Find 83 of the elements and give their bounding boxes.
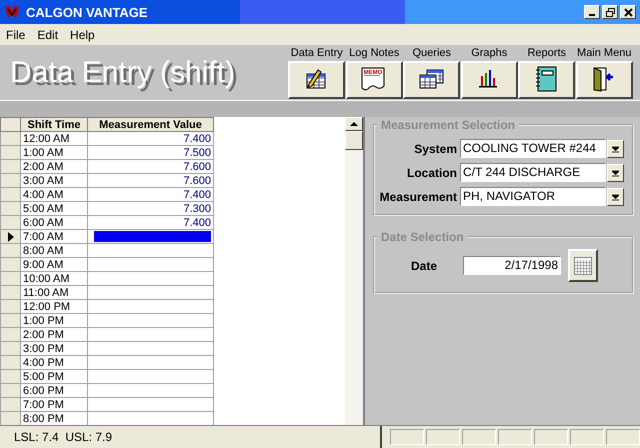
scrollbar[interactable] [345,117,363,425]
time-cell: 12:00 PM [20,300,88,314]
combo-field[interactable]: COOLING TOWER #244 [460,139,606,158]
time-cell: 5:00 PM [20,370,88,384]
dropdown-arrow-icon [612,192,619,200]
toolbar-caption: Queries [412,46,452,60]
scroll-up-button[interactable] [345,117,363,131]
minimize-icon [589,14,595,16]
close-button[interactable] [620,5,636,19]
time-cell: 4:00 AM [20,188,88,202]
field-label: System [413,142,457,156]
toolbar-caption: Log Notes [349,46,400,60]
time-cell: 4:00 PM [20,356,88,370]
combo-field[interactable]: C/T 244 DISCHARGE [460,163,606,182]
time-cell: 8:00 AM [20,244,88,258]
date-field[interactable]: 2/17/1998 [463,256,561,275]
status-pane [426,429,460,445]
toolbar-button[interactable] [460,60,518,98]
time-cell: 3:00 PM [20,342,88,356]
time-cell: 6:00 AM [20,216,88,230]
app-logo-icon [4,5,20,19]
field-label: Location [406,166,457,180]
time-cell: 10:00 AM [20,272,88,286]
time-cell: 5:00 AM [20,202,88,216]
status-pane [390,429,424,445]
value-cell: 7.600 [88,160,214,174]
limits-text: LSL: 7.4 USL: 7.9 [13,430,114,444]
menu-item[interactable]: Edit [31,28,64,42]
dropdown-arrow-icon [612,168,619,176]
scroll-thumb[interactable] [345,131,363,150]
value-cell: 7.500 [88,146,214,160]
time-cell: 2:00 PM [20,328,88,342]
edit-cell[interactable] [94,231,211,242]
value-cell: 7.400 [88,132,214,146]
close-icon [624,8,632,16]
toolbar-button[interactable] [403,60,460,98]
toolbar-caption: Graphs [471,46,508,60]
menu-item[interactable]: File [0,28,32,42]
restore-button[interactable] [602,5,618,19]
window-title: CALGON VANTAGE [26,4,149,20]
time-cell: 3:00 AM [20,174,88,188]
dropdown-button[interactable] [607,164,624,182]
field-label: Date [410,258,437,272]
toolbar-caption: Main Menu [577,46,632,60]
time-cell: 9:00 AM [20,258,88,272]
time-cell: 6:00 PM [20,384,88,398]
time-cell: 7:00 AM [20,230,88,244]
time-cell: 1:00 AM [20,146,88,160]
calendar-icon [574,256,592,274]
time-cell: 12:00 AM [20,132,88,146]
toolbar-button[interactable] [288,60,346,98]
calendar-button[interactable] [568,249,598,282]
dropdown-button[interactable] [607,188,624,206]
value-cell: 7.600 [88,174,214,188]
value-cell: 7.400 [88,188,214,202]
minimize-button[interactable] [584,5,600,19]
group-title: Date Selection [380,230,465,244]
time-cell: 11:00 AM [20,286,88,300]
page-title: Data Entry (shift) [10,56,236,90]
time-cell: 2:00 AM [20,160,88,174]
toolbar-button[interactable] [518,60,576,98]
status-pane [534,429,568,445]
status-pane [462,429,496,445]
time-cell: 1:00 PM [20,314,88,328]
column-header: Measurement Value [88,118,214,132]
dropdown-button[interactable] [607,140,624,158]
combo-field[interactable]: PH, NAVIGATOR [460,187,606,206]
up-arrow-icon [350,122,358,126]
status-pane [570,429,604,445]
dropdown-arrow-icon [612,144,619,152]
menu-item[interactable]: Help [64,28,101,42]
status-pane [498,429,532,445]
toolbar-caption: Data Entry [290,46,343,60]
status-pane [606,429,640,445]
field-label: Measurement [378,190,457,204]
value-cell: 7.300 [88,202,214,216]
column-header: Shift Time [20,118,88,132]
time-cell: 7:00 PM [20,398,88,412]
restore-icon [606,8,614,16]
value-cell: 7.400 [88,216,214,230]
toolbar-button[interactable] [576,60,633,98]
toolbar-caption: Reports [527,46,566,60]
group-title: Measurement Selection [380,118,516,132]
